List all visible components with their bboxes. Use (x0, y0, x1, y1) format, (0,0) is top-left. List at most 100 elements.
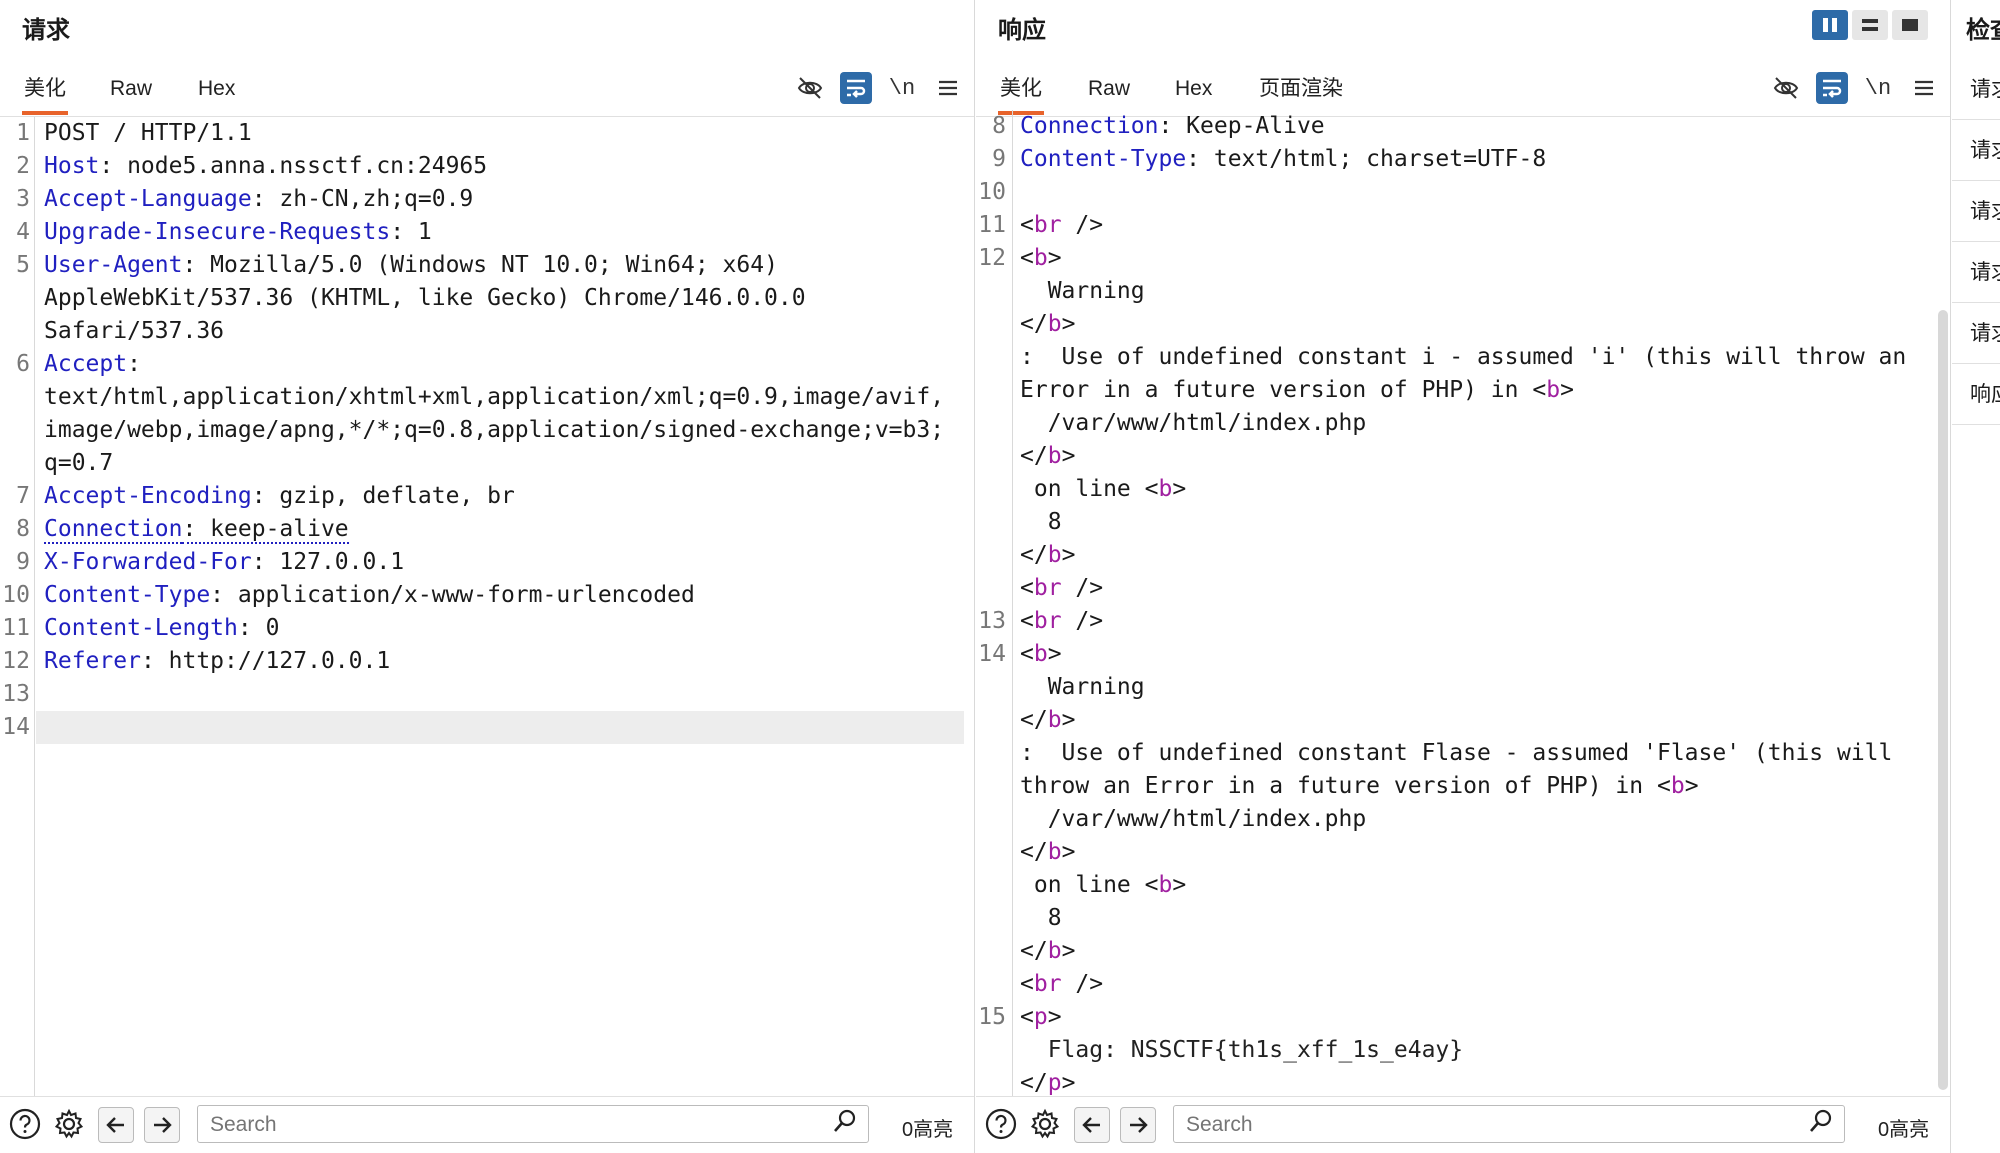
inspector-item[interactable]: 响应 (1952, 365, 2000, 425)
code-line: 8 (976, 902, 1940, 935)
response-hit-count: 0高亮 (1878, 1119, 1930, 1141)
response-search-field[interactable] (1173, 1105, 1845, 1143)
hide-icon[interactable] (794, 72, 826, 104)
arrow-left-icon[interactable] (1074, 1107, 1110, 1143)
wrap-icon[interactable] (1816, 72, 1848, 104)
request-tab-hex[interactable]: Hex (196, 74, 237, 114)
code-token: < (1020, 608, 1034, 634)
code-token: /> (1061, 608, 1104, 634)
code-line: </p> (976, 1067, 1940, 1097)
single-view-button[interactable] (1892, 10, 1928, 40)
request-search-bar: 0高亮 (0, 1096, 974, 1153)
code-token: b (1047, 938, 1062, 964)
help-icon[interactable] (8, 1107, 42, 1141)
response-scrollbar[interactable] (1938, 310, 1948, 1090)
line-code: Accept: (44, 348, 141, 381)
request-title: 请求 (22, 17, 70, 44)
arrow-right-icon[interactable] (144, 1107, 180, 1143)
inspector-item[interactable]: 请求 (1952, 121, 2000, 181)
code-line: text/html,application/xhtml+xml,applicat… (0, 381, 964, 414)
line-code: AppleWebKit/537.36 (KHTML, like Gecko) C… (44, 282, 806, 315)
code-token: </ (1020, 1070, 1048, 1096)
code-token: : Use of undefined constant i - assumed … (1020, 344, 1907, 370)
split-horizontal-view-button[interactable] (1812, 10, 1848, 40)
code-token: b (1047, 311, 1062, 337)
code-token: Flag: NSSCTF{th1s_xff_1s_e4ay} (1020, 1037, 1464, 1063)
code-token: X-Forwarded-For (44, 549, 252, 575)
wrap-icon[interactable] (840, 72, 872, 104)
settings-icon[interactable] (52, 1107, 86, 1141)
line-code: <br /> (1020, 209, 1103, 242)
code-token: /> (1061, 971, 1104, 997)
code-line: 5 User-Agent: Mozilla/5.0 (Windows NT 10.… (0, 249, 964, 282)
code-token: Safari/537.36 (44, 318, 225, 344)
code-token: : node5.anna.nssctf.cn:24965 (99, 153, 488, 179)
line-code: Accept-Encoding: gzip, deflate, br (44, 480, 515, 513)
newline-icon[interactable]: \n (886, 72, 918, 104)
newline-icon[interactable]: \n (1862, 72, 1894, 104)
line-number: 8 (16, 516, 30, 542)
line-number: 1 (16, 120, 30, 146)
code-token: Content-Length (44, 615, 238, 641)
inspector-item[interactable]: 请求 (1952, 182, 2000, 242)
response-editor[interactable]: 8 Connection: Keep-Alive 9 Content-Type: te… (976, 110, 1940, 1097)
line-number: 3 (16, 186, 30, 212)
code-line: 14 (0, 711, 964, 744)
request-hit-count: 0高亮 (902, 1119, 954, 1141)
menu-icon[interactable] (1908, 72, 1940, 104)
code-line: Error in a future version of PHP) in <b> (976, 374, 1940, 407)
code-token: Error in a future version of PHP) in (1020, 377, 1533, 403)
inspector-item[interactable]: 请求 (1952, 60, 2000, 120)
code-token: User-Agent (44, 252, 183, 278)
code-token: : application/x-www-form-urlencoded (210, 582, 695, 608)
code-token: on line (1020, 872, 1145, 898)
line-code: 8 (1020, 902, 1062, 935)
code-token: < (1144, 872, 1159, 898)
code-token: Host (44, 153, 100, 179)
response-tab-pretty[interactable]: 美化 (998, 74, 1044, 115)
line-number: 14 (978, 641, 1006, 667)
request-editor[interactable]: 1 POST / HTTP/1.1 2 Host: node5.anna.nssctf… (0, 117, 964, 1097)
inspector-item[interactable]: 请求 (1952, 304, 2000, 364)
response-tab-hex[interactable]: Hex (1173, 74, 1214, 114)
response-search-input[interactable] (1184, 1112, 1724, 1138)
request-tab-pretty[interactable]: 美化 (22, 74, 68, 115)
search-icon[interactable] (832, 1108, 858, 1141)
line-code: Host: node5.anna.nssctf.cn:24965 (44, 150, 487, 183)
response-tab-raw[interactable]: Raw (1086, 74, 1132, 114)
code-line: 10 Content-Type: application/x-www-form-u… (0, 579, 964, 612)
code-token: text/html,application/xhtml+xml,applicat… (44, 384, 945, 410)
inspector-item[interactable]: 请求 (1952, 243, 2000, 303)
arrow-left-icon[interactable] (98, 1107, 134, 1143)
code-token: : 0 (237, 615, 280, 641)
search-icon[interactable] (1808, 1108, 1834, 1141)
menu-icon[interactable] (932, 72, 964, 104)
hide-icon[interactable] (1770, 72, 1802, 104)
line-code: Content-Type: text/html; charset=UTF-8 (1020, 143, 1546, 176)
request-search-field[interactable] (197, 1105, 869, 1143)
code-line: 7 Accept-Encoding: gzip, deflate, br (0, 480, 964, 513)
code-token: b (1047, 542, 1062, 568)
request-tab-raw[interactable]: Raw (108, 74, 154, 114)
arrow-right-icon[interactable] (1120, 1107, 1156, 1143)
current-line-highlight (36, 711, 964, 744)
code-line: on line <b> (976, 869, 1940, 902)
settings-icon[interactable] (1028, 1107, 1062, 1141)
code-token: : text/html; charset=UTF-8 (1186, 146, 1547, 172)
line-code: </p> (1020, 1067, 1075, 1097)
code-line: 4 Upgrade-Insecure-Requests: 1 (0, 216, 964, 249)
line-code: : Use of undefined constant i - assumed … (1020, 341, 1906, 374)
code-token: > (1047, 641, 1062, 667)
request-search-input[interactable] (208, 1112, 748, 1138)
split-vertical-view-button[interactable] (1852, 10, 1888, 40)
help-icon[interactable] (984, 1107, 1018, 1141)
response-pane: 响应 美化 Raw Hex 页面渲染 \n 8 Connection: Keep… (976, 0, 1951, 1153)
code-token: br (1033, 608, 1062, 634)
code-line: </b> (976, 539, 1940, 572)
line-code: Connection: keep-alive (44, 513, 349, 546)
request-tabs: 美化 Raw Hex \n (0, 66, 974, 117)
response-tab-render[interactable]: 页面渲染 (1257, 74, 1345, 114)
code-line: : Use of undefined constant i - assumed … (976, 341, 1940, 374)
line-code: throw an Error in a future version of PH… (1020, 770, 1699, 803)
code-line: on line <b> (976, 473, 1940, 506)
